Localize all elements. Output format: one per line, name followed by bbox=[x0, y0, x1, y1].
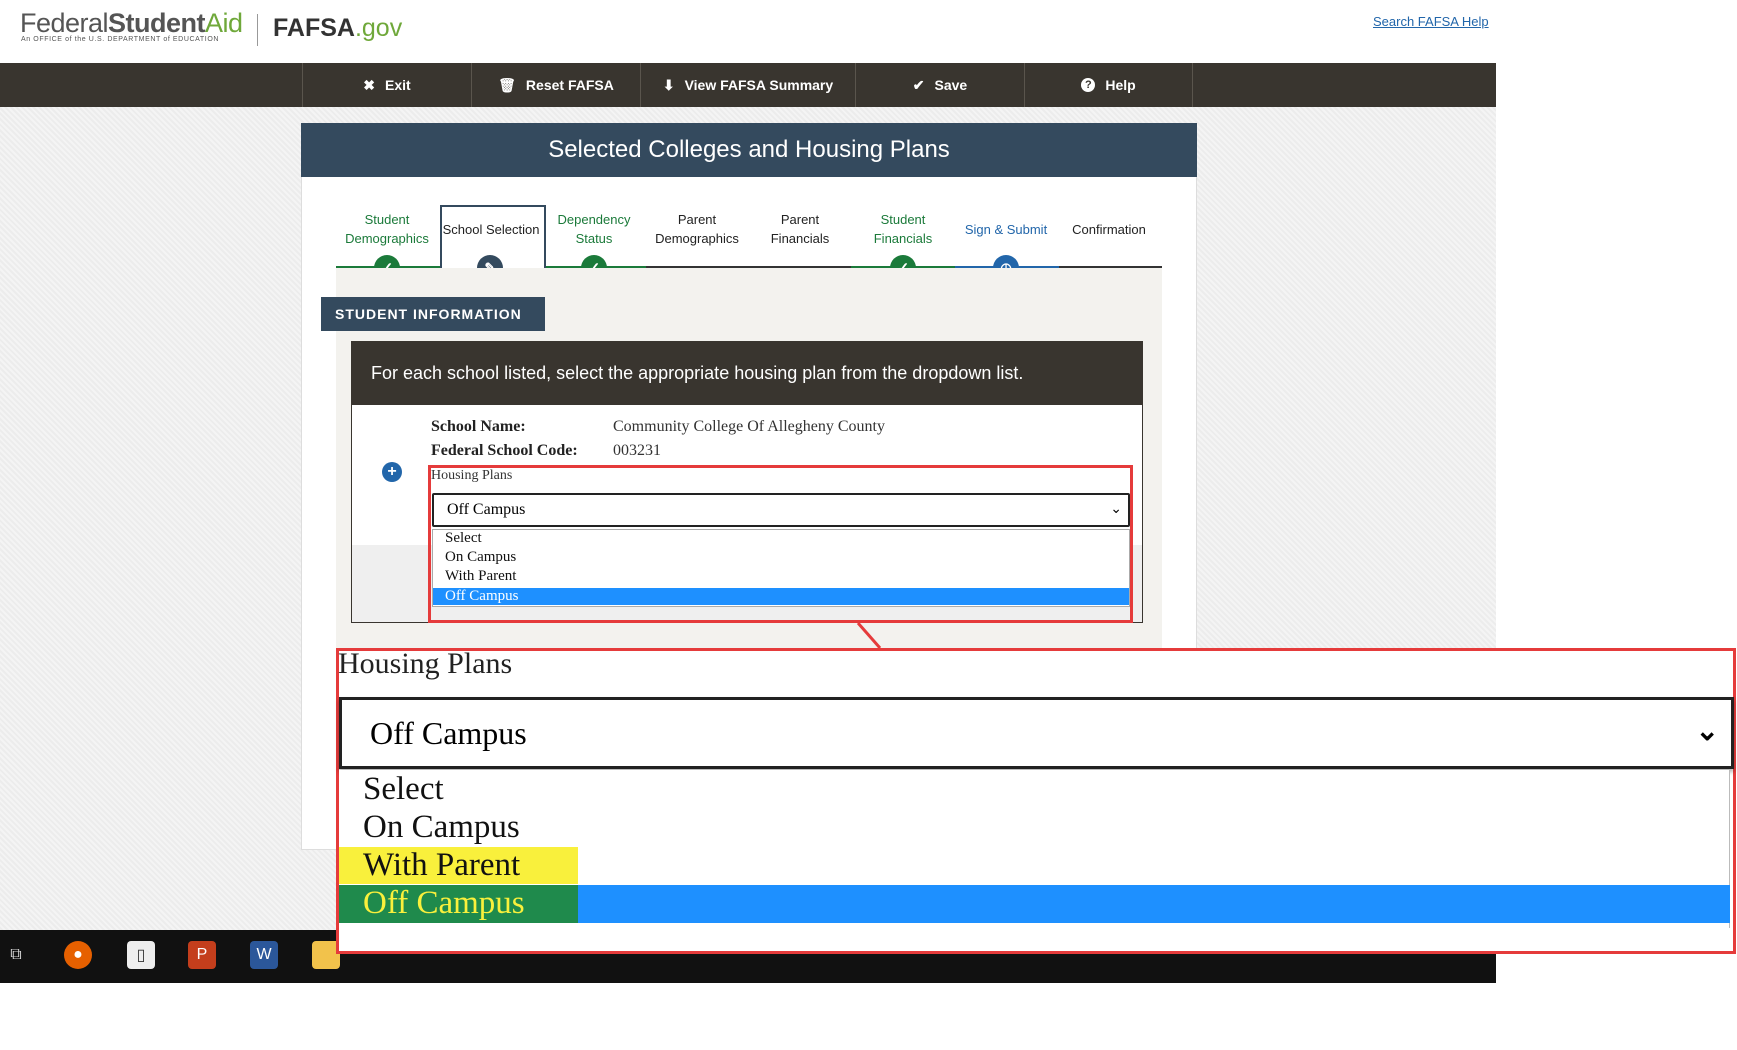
zoom-housing-options: Select On Campus With Parent Off Campus bbox=[339, 770, 1730, 928]
chevron-down-icon: ⌄ bbox=[1695, 716, 1719, 747]
zoom-housing-select[interactable]: Off Campus ⌄ bbox=[339, 697, 1734, 769]
zoom-option-on-campus[interactable]: On Campus bbox=[363, 809, 520, 846]
zoom-option-with-parent[interactable]: With Parent bbox=[363, 847, 520, 884]
zoom-housing-label: Housing Plans bbox=[338, 647, 513, 680]
zoom-option-off-campus[interactable]: Off Campus bbox=[363, 885, 525, 922]
zoom-option-select[interactable]: Select bbox=[363, 771, 444, 808]
